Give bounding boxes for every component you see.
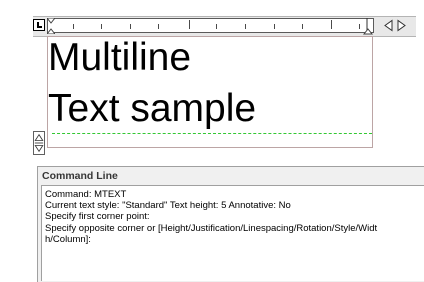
ruler-tick — [245, 24, 246, 29]
ruler-scale[interactable] — [47, 18, 374, 34]
indent-marker-icon[interactable] — [47, 18, 55, 34]
baseline-guide — [52, 133, 372, 134]
ruler-tick — [130, 24, 131, 29]
mtext-line[interactable]: Text sample — [48, 89, 256, 129]
command-history-line: Specify first corner point: — [45, 211, 150, 223]
ruler-tick — [359, 24, 360, 29]
mtext-line[interactable]: Multiline — [48, 38, 191, 78]
height-resize-arrows-icon[interactable] — [33, 131, 45, 155]
ruler-tick — [302, 24, 303, 29]
command-line-title: Command Line — [42, 170, 118, 182]
width-resize-arrows-icon[interactable] — [384, 19, 406, 32]
command-history-line: h/Column]: — [45, 233, 91, 245]
command-line-panel: Command Line Command: MTEXT Current text… — [37, 166, 424, 282]
left-tab-icon[interactable] — [33, 19, 45, 31]
ruler-tick — [158, 24, 159, 29]
command-history-line: Specify opposite corner or [Height/Justi… — [45, 222, 378, 234]
ruler-tick — [331, 20, 332, 29]
ruler-tick — [216, 24, 217, 29]
width-handle-icon[interactable] — [363, 17, 377, 35]
ruler-tick — [73, 24, 74, 29]
mtext-editor[interactable]: Multiline Text sample — [47, 36, 373, 148]
command-history-line: Current text style: "Standard" Text heig… — [45, 200, 291, 212]
command-history[interactable]: Command: MTEXT Current text style: "Stan… — [41, 185, 424, 281]
ruler-tick — [101, 24, 102, 29]
ruler-tick — [274, 24, 275, 29]
mtext-ruler[interactable] — [33, 16, 416, 37]
command-input[interactable] — [42, 269, 424, 281]
ruler-tick — [189, 20, 190, 29]
command-history-line: Command: MTEXT — [45, 189, 127, 200]
